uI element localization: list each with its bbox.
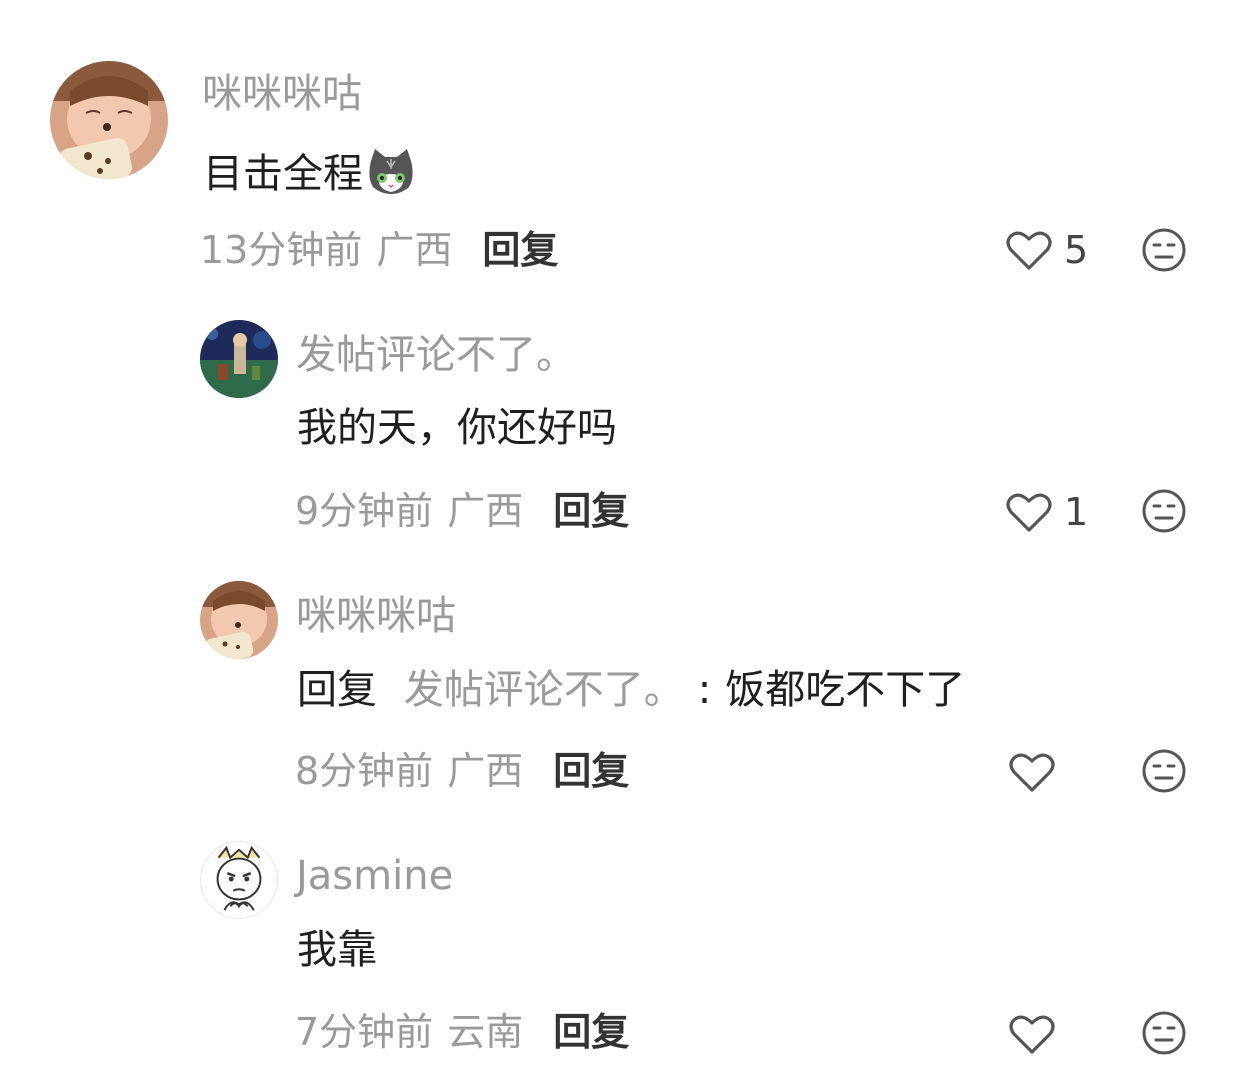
username[interactable]: 咪咪咪咕 (296, 596, 456, 636)
cartoon-avatar-image (201, 842, 277, 918)
reply-button[interactable]: 回复 (553, 1010, 629, 1054)
like-button[interactable] (1009, 748, 1067, 796)
timestamp: 9分钟前 (295, 489, 434, 533)
reply-target-username[interactable]: 发帖评论不了。 (404, 667, 684, 713)
meh-face-icon (1142, 489, 1186, 533)
reply-item: Jasmine 我靠 7分钟前 云南 回复 (0, 0, 1257, 1055)
timestamp: 7分钟前 (295, 1010, 434, 1054)
avatar[interactable] (200, 841, 278, 919)
comment-meta: 7分钟前 云南 回复 (295, 1013, 629, 1051)
avatar[interactable] (200, 581, 278, 659)
reply-prefix: 回复 (297, 667, 377, 713)
location: 云南 (447, 1010, 524, 1054)
meh-face-icon (1142, 1011, 1186, 1055)
reply-separator: : (697, 667, 712, 713)
location: 广西 (447, 489, 524, 533)
comment-meta: 8分钟前 广西 回复 (295, 752, 629, 790)
username[interactable]: 发帖评论不了。 (296, 335, 576, 375)
location: 广西 (447, 749, 524, 793)
comment-text: 我靠 (297, 927, 377, 973)
heart-outline-icon (1009, 753, 1055, 792)
like-button[interactable]: 1 (1006, 488, 1088, 536)
timestamp: 8分钟前 (295, 749, 434, 793)
like-count: 1 (1064, 490, 1089, 534)
comment-meta: 9分钟前 广西 回复 (295, 492, 629, 530)
react-button[interactable] (1141, 748, 1187, 794)
night-scene-avatar-image (200, 320, 278, 398)
meh-face-icon (1142, 749, 1186, 793)
girl-avatar-image (200, 581, 278, 659)
reply-button[interactable]: 回复 (553, 749, 629, 793)
like-button[interactable] (1009, 1010, 1067, 1058)
heart-outline-icon (1006, 493, 1052, 532)
comment-thread: 咪咪咪咕 目击全程 13分钟前 广西 回复 5 发帖评论不了。 我的天，你还好吗… (0, 0, 1257, 1080)
heart-outline-icon (1009, 1015, 1055, 1054)
react-button[interactable] (1141, 1010, 1187, 1056)
comment-text-body: 饭都吃不下了 (725, 667, 966, 713)
comment-text: 我的天，你还好吗 (297, 405, 617, 451)
reply-button[interactable]: 回复 (553, 489, 629, 533)
avatar[interactable] (200, 320, 278, 398)
username[interactable]: Jasmine (296, 856, 453, 896)
comment-text: 回复 发帖评论不了。: 饭都吃不下了 (297, 670, 965, 710)
react-button[interactable] (1141, 488, 1187, 534)
